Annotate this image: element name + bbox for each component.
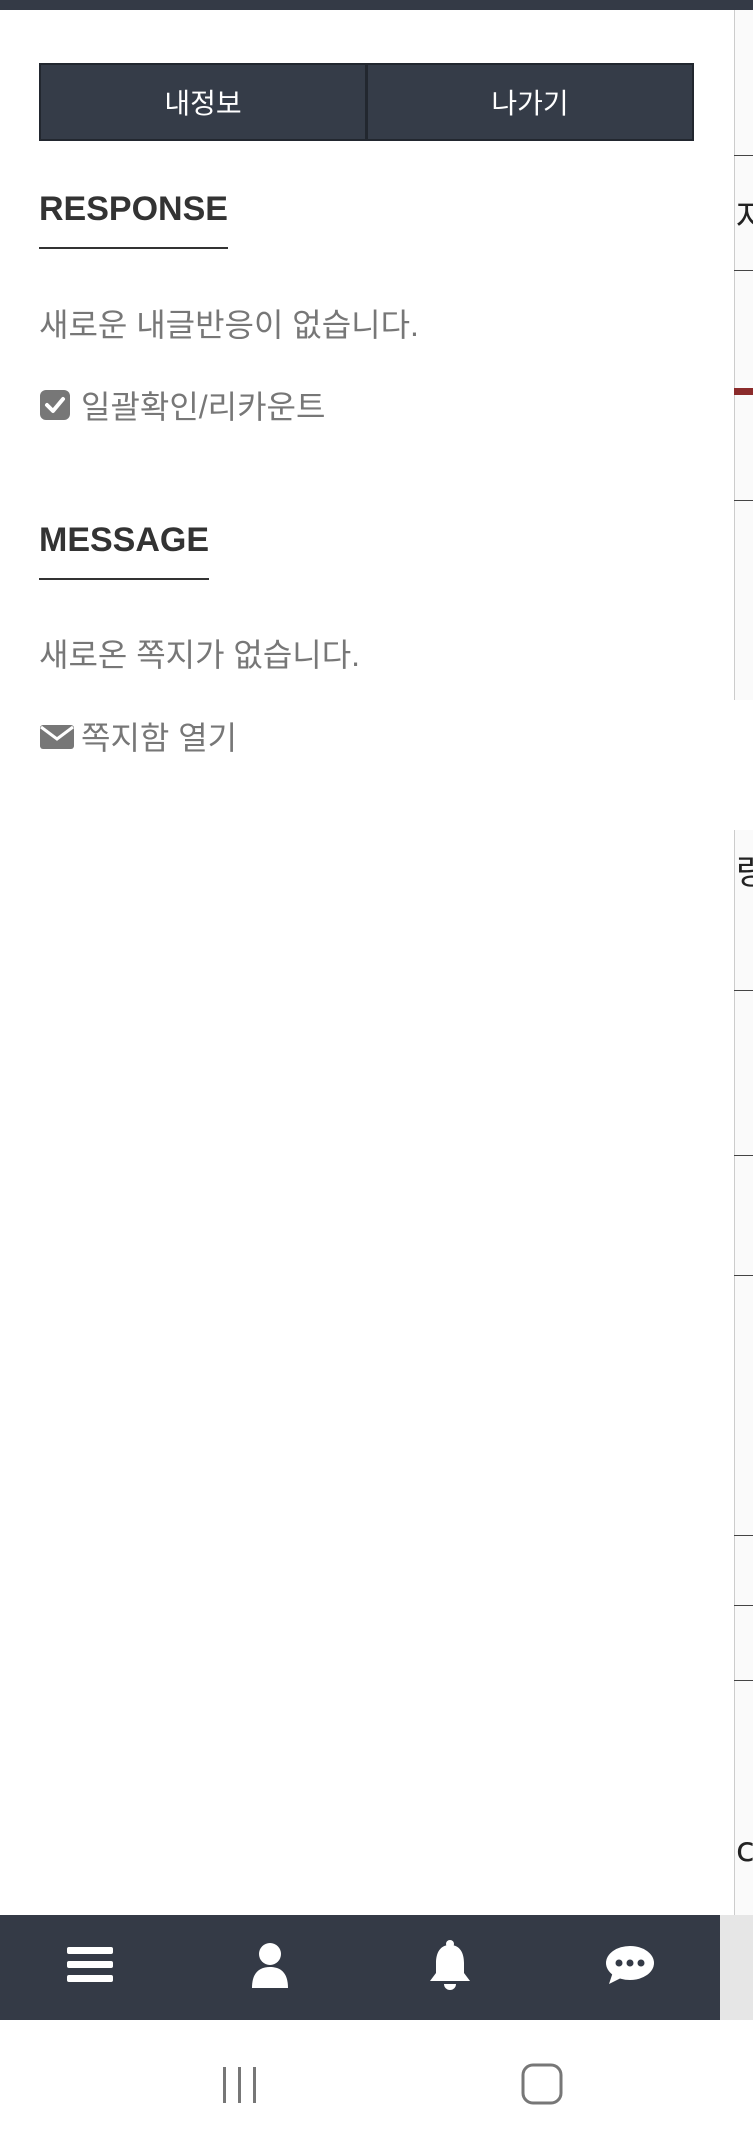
my-info-button[interactable]: 내정보 <box>39 63 367 141</box>
message-empty-message: 새로온 쪽지가 없습니다. <box>39 637 361 673</box>
background-page: 자 랑 c <box>734 10 753 1915</box>
bulk-confirm-recount-link[interactable]: 일괄확인/리카운트 <box>39 382 325 428</box>
home-button[interactable] <box>518 2060 568 2110</box>
notification-button[interactable] <box>360 1915 540 2020</box>
background-accent-line <box>734 388 753 395</box>
background-page-footer <box>720 1915 753 2020</box>
open-message-box-link[interactable]: 쪽지함 열기 <box>39 713 237 759</box>
open-message-box-label: 쪽지함 열기 <box>81 720 238 756</box>
background-divider <box>734 1535 753 1536</box>
background-text-fragment: 자 <box>736 198 753 238</box>
background-divider <box>734 500 753 501</box>
background-divider <box>734 990 753 991</box>
response-empty-message: 새로운 내글반응이 없습니다. <box>39 307 419 343</box>
check-square-icon <box>39 389 71 421</box>
background-divider <box>734 1605 753 1606</box>
background-divider <box>734 155 753 156</box>
side-drawer: 내정보 나가기 RESPONSE 새로운 내글반응이 없습니다. 일괄확인/리카… <box>0 10 734 1915</box>
background-divider <box>734 1275 753 1276</box>
response-section-title: RESPONSE <box>39 190 228 249</box>
user-icon <box>250 1942 290 1993</box>
bulk-confirm-recount-label: 일괄확인/리카운트 <box>81 389 326 425</box>
envelope-icon <box>39 720 74 752</box>
status-bar-strip <box>0 0 753 10</box>
chat-icon <box>605 1944 655 1991</box>
background-divider <box>734 1155 753 1156</box>
user-button[interactable] <box>180 1915 360 2020</box>
background-text-fragment: c <box>736 1830 753 1870</box>
recent-apps-icon <box>215 2067 265 2114</box>
background-gap <box>734 700 753 830</box>
background-text-fragment: 랑 <box>736 853 753 893</box>
bottom-navigation <box>0 1915 720 2020</box>
exit-button[interactable]: 나가기 <box>367 63 694 141</box>
menu-button[interactable] <box>0 1915 180 2020</box>
chat-button[interactable] <box>540 1915 720 2020</box>
bell-icon <box>428 1939 472 1996</box>
message-section-title: MESSAGE <box>39 521 210 580</box>
menu-icon <box>67 1945 113 1990</box>
system-navigation-bar <box>0 2020 753 2146</box>
background-divider <box>734 1680 753 1681</box>
recent-apps-button[interactable] <box>215 2060 265 2110</box>
background-divider <box>734 270 753 271</box>
drawer-button-group: 내정보 나가기 <box>39 63 694 141</box>
home-icon <box>518 2063 568 2114</box>
background-page-edge <box>734 10 735 1915</box>
